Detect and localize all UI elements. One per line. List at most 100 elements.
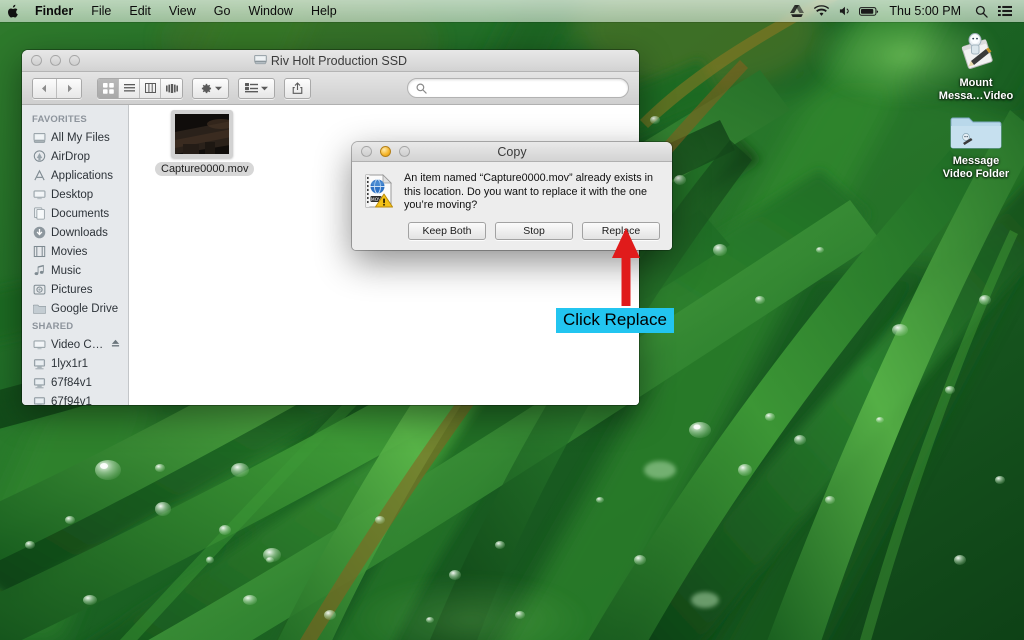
sidebar-item-airdrop[interactable]: AirDrop bbox=[22, 147, 128, 166]
menu-bar: Finder File Edit View Go Window Help Thu… bbox=[0, 0, 1024, 22]
mov-file-warning-icon: MOV bbox=[364, 172, 394, 213]
arrange-menu[interactable] bbox=[238, 77, 275, 99]
sidebar-item-all-my-files[interactable]: All My Files bbox=[22, 128, 128, 147]
sidebar-item-google-drive[interactable]: Google Drive bbox=[22, 299, 128, 318]
icon-view-button[interactable] bbox=[98, 78, 119, 98]
red-arrow-pointer bbox=[608, 228, 644, 311]
close-button[interactable] bbox=[31, 55, 42, 66]
finder-window-title: Riv Holt Production SSD bbox=[22, 54, 639, 68]
sidebar-item-label: 67f94v1 bbox=[51, 395, 92, 406]
nav-buttons bbox=[32, 77, 82, 99]
battery-icon[interactable] bbox=[858, 0, 880, 22]
movie-thumbnail bbox=[171, 110, 233, 158]
sidebar-item-label: AirDrop bbox=[51, 150, 90, 163]
eject-icon[interactable] bbox=[111, 339, 120, 351]
desktop-icon-message-video-folder[interactable]: Message Video Folder bbox=[928, 100, 1024, 180]
sidebar-item-label: Documents bbox=[51, 207, 110, 220]
sidebar-section-shared-header: SHARED bbox=[32, 321, 74, 332]
sidebar-item-label: 1lyx1r1 bbox=[51, 357, 89, 370]
menu-bar-clock[interactable]: Thu 5:00 PM bbox=[882, 4, 968, 18]
menu-item-edit[interactable]: Edit bbox=[120, 0, 160, 22]
coverflow-view-button[interactable] bbox=[161, 78, 182, 98]
menu-bar-left: Finder File Edit View Go Window Help bbox=[0, 0, 346, 22]
sidebar-item-desktop[interactable]: Desktop bbox=[22, 185, 128, 204]
zoom-button[interactable] bbox=[69, 55, 80, 66]
desktop-icon-label-line2: Video Folder bbox=[942, 167, 1010, 180]
sidebar-item-label: Google Drive bbox=[51, 302, 119, 315]
airdrop-icon bbox=[32, 150, 46, 164]
minimize-button[interactable] bbox=[50, 55, 61, 66]
spotlight-search-icon[interactable] bbox=[970, 0, 992, 22]
sidebar-item-1lyx1r1[interactable]: 1lyx1r1 bbox=[22, 354, 128, 373]
finder-title-text: Riv Holt Production SSD bbox=[270, 53, 408, 68]
desktop-icon bbox=[32, 188, 46, 202]
menu-item-help[interactable]: Help bbox=[302, 0, 346, 22]
sidebar-item-label: Applications bbox=[51, 169, 114, 182]
desktop-icon-mount-message-video[interactable]: Mount Messa…Video bbox=[928, 22, 1024, 102]
notification-center-icon[interactable] bbox=[994, 0, 1016, 22]
blue-folder-script-icon bbox=[928, 100, 1024, 152]
menu-item-file[interactable]: File bbox=[82, 0, 120, 22]
pictures-icon bbox=[32, 283, 46, 297]
movies-icon bbox=[32, 245, 46, 259]
apple-logo-icon[interactable] bbox=[0, 4, 26, 19]
file-item-capture0000[interactable]: Capture0000.mov bbox=[155, 110, 255, 177]
sidebar-item-label: Music bbox=[51, 264, 82, 277]
sidebar-item-label: Downloads bbox=[51, 226, 108, 239]
keep-both-button[interactable]: Keep Both bbox=[408, 222, 486, 240]
volume-icon[interactable] bbox=[834, 0, 856, 22]
search-icon bbox=[416, 83, 427, 94]
sidebar-item-67f94v1[interactable]: 67f94v1 bbox=[22, 392, 128, 405]
chevron-down-icon bbox=[215, 86, 222, 90]
back-arrow-icon[interactable] bbox=[33, 78, 57, 98]
sidebar-item-pictures[interactable]: Pictures bbox=[22, 280, 128, 299]
music-icon bbox=[32, 264, 46, 278]
sidebar-item-label: Pictures bbox=[51, 283, 93, 296]
server-icon bbox=[32, 376, 46, 390]
sidebar-item-label: All My Files bbox=[51, 131, 110, 144]
menu-item-window[interactable]: Window bbox=[239, 0, 301, 22]
desktop-icon-label-line1: Message bbox=[952, 155, 1000, 167]
finder-titlebar[interactable]: Riv Holt Production SSD bbox=[22, 50, 639, 72]
finder-toolbar bbox=[22, 72, 639, 105]
sidebar-item-label: 67f84v1 bbox=[51, 376, 92, 389]
server-icon bbox=[32, 357, 46, 371]
sidebar-item-label: Movies bbox=[51, 245, 88, 258]
documents-icon bbox=[32, 207, 46, 221]
click-replace-callout: Click Replace bbox=[556, 308, 674, 333]
forward-arrow-icon[interactable] bbox=[57, 78, 81, 98]
menu-item-go[interactable]: Go bbox=[205, 0, 240, 22]
display-icon bbox=[32, 338, 46, 352]
sidebar-item-downloads[interactable]: Downloads bbox=[22, 223, 128, 242]
copy-dialog-title: Copy bbox=[497, 144, 527, 159]
all-my-files-icon bbox=[32, 131, 46, 145]
column-view-button[interactable] bbox=[140, 78, 161, 98]
menu-item-view[interactable]: View bbox=[160, 0, 205, 22]
sidebar-item-applications[interactable]: Applications bbox=[22, 166, 128, 185]
sidebar-item-documents[interactable]: Documents bbox=[22, 204, 128, 223]
sidebar-section-favorites-header: FAVORITES bbox=[32, 114, 87, 125]
copy-dialog-titlebar[interactable]: Copy bbox=[352, 142, 672, 162]
chevron-down-icon bbox=[261, 86, 268, 90]
stop-button[interactable]: Stop bbox=[495, 222, 573, 240]
search-input[interactable] bbox=[407, 78, 629, 98]
view-mode-segmented-control bbox=[97, 77, 183, 99]
menu-item-finder[interactable]: Finder bbox=[26, 0, 82, 22]
sidebar-item-movies[interactable]: Movies bbox=[22, 242, 128, 261]
hard-drive-icon bbox=[253, 54, 267, 68]
desktop-icon-label-line1: Mount bbox=[959, 77, 993, 89]
google-drive-icon[interactable] bbox=[786, 0, 808, 22]
wifi-icon[interactable] bbox=[810, 0, 832, 22]
window-traffic-lights bbox=[22, 55, 80, 66]
sidebar-item-label: Video C… bbox=[51, 338, 104, 351]
copy-dialog-message: An item named “Capture0000.mov” already … bbox=[404, 172, 654, 211]
downloads-icon bbox=[32, 226, 46, 240]
sidebar-item-music[interactable]: Music bbox=[22, 261, 128, 280]
applications-icon bbox=[32, 169, 46, 183]
sidebar-item-67f84v1[interactable]: 67f84v1 bbox=[22, 373, 128, 392]
action-gear-menu[interactable] bbox=[192, 77, 229, 99]
share-button[interactable] bbox=[284, 77, 311, 99]
list-view-button[interactable] bbox=[119, 78, 140, 98]
folder-icon bbox=[32, 302, 46, 316]
sidebar-item-video-c[interactable]: Video C… bbox=[22, 335, 128, 354]
